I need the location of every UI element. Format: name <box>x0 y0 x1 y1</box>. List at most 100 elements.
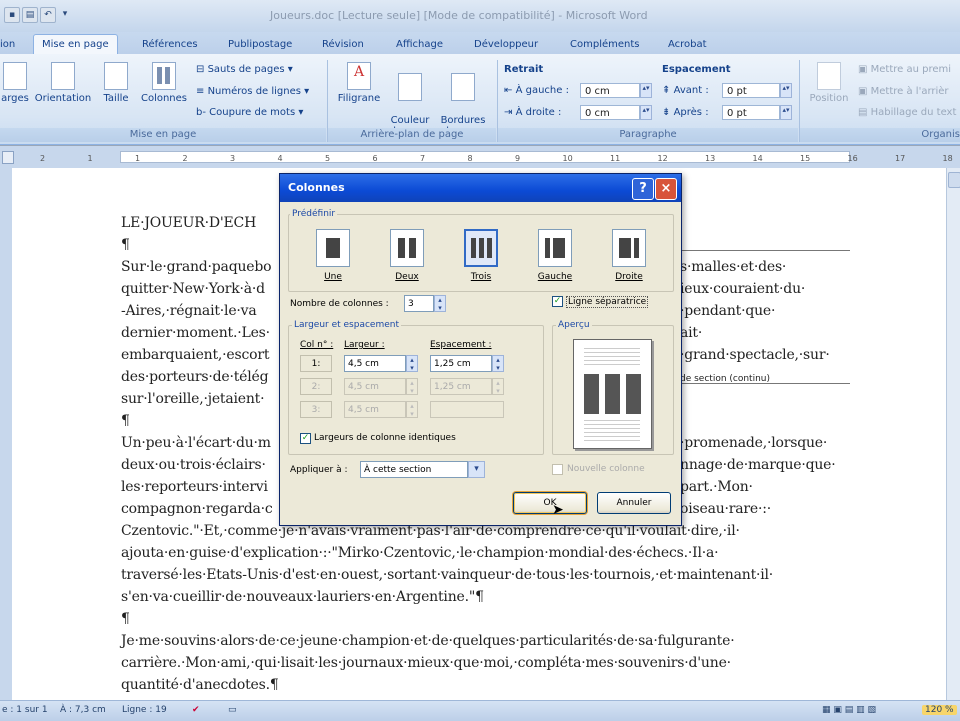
nombre-colonnes-label: Nombre de colonnes : <box>290 299 389 309</box>
nombre-colonnes-spinner[interactable]: ▴ ▾ <box>434 295 446 312</box>
tab-references[interactable]: Références <box>142 35 198 54</box>
apres-spinner[interactable]: ▴▾ <box>780 105 792 120</box>
ok-button[interactable]: OK <box>513 492 587 514</box>
orientation-button[interactable]: Orientation <box>32 62 94 104</box>
filigrane-button[interactable]: A Filigrane <box>334 62 384 104</box>
retrait-droite-label: ⇥ À droite : <box>504 107 562 118</box>
doc-fragment: ieux·couraient·du· <box>680 281 806 297</box>
tab-mise-en-page[interactable]: Mise en page <box>33 34 118 54</box>
tab-affichage[interactable]: Affichage <box>396 35 443 54</box>
ruler-tick: 17 <box>895 154 906 163</box>
retrait-label: Retrait <box>504 64 544 75</box>
qat-dropdown-icon[interactable]: ▾ <box>58 7 72 21</box>
ruler-tick: 16 <box>847 154 858 163</box>
tab-revision[interactable]: Révision <box>322 35 364 54</box>
status-bar: e : 1 sur 1 À : 7,3 cm Ligne : 19 ✔ ▭ ▦ … <box>0 700 960 721</box>
send-backward-icon: ▣ <box>858 86 868 97</box>
avant-spinner[interactable]: ▴▾ <box>780 83 792 98</box>
numeros-de-lignes-button[interactable]: ≡ Numéros de lignes ▾ <box>196 86 309 97</box>
print-icon[interactable]: ▤ <box>22 7 38 23</box>
mettre-a-l-arriere-plan-button[interactable]: ▣ Mettre à l'arrièr <box>858 86 949 97</box>
marges-button[interactable]: arges <box>0 62 30 104</box>
macro-record-icon[interactable]: ▭ <box>228 705 237 715</box>
help-icon[interactable]: ? <box>632 178 654 200</box>
status-line[interactable]: Ligne : 19 <box>122 705 167 715</box>
largeur-col-1-spinner[interactable]: ▴ ▾ <box>406 355 418 372</box>
tab-selector-icon[interactable] <box>2 151 14 164</box>
nombre-colonnes-input[interactable]: 3 <box>404 295 434 312</box>
tab-acrobat[interactable]: Acrobat <box>668 35 707 54</box>
sauts-de-pages-button[interactable]: ⊟ Sauts de pages ▾ <box>196 64 293 75</box>
watermark-icon: A <box>347 62 371 90</box>
col-num-1[interactable]: 1: <box>300 355 332 372</box>
text-wrap-icon: ▤ <box>858 107 868 118</box>
ruler-tick: 5 <box>325 154 331 163</box>
largeur-col-3-input: 4,5 cm <box>344 401 406 418</box>
undo-icon[interactable]: ↶ <box>40 7 56 23</box>
retrait-gauche-spinner[interactable]: ▴▾ <box>640 83 652 98</box>
tab-publipostage[interactable]: Publipostage <box>228 35 292 54</box>
doc-line: ¶ <box>121 611 130 627</box>
retrait-gauche-input[interactable]: 0 cm <box>580 83 640 98</box>
preset-une[interactable] <box>316 229 350 267</box>
ruler-tick: 18 <box>942 154 953 163</box>
vertical-ruler[interactable] <box>0 168 12 700</box>
doc-line: dernier·moment.·Les· <box>121 325 270 341</box>
col-num-2: 2: <box>300 378 332 395</box>
taille-button[interactable]: Taille <box>98 62 134 104</box>
colonnes-button[interactable]: Colonnes <box>138 62 190 104</box>
position-button[interactable]: Position <box>804 62 854 104</box>
status-position[interactable]: À : 7,3 cm <box>60 705 106 715</box>
ruler-tick: 8 <box>467 154 473 163</box>
page-size-icon <box>104 62 128 90</box>
dialog-title-bar: Colonnes ? × <box>280 174 681 202</box>
group-label-mise-en-page: Mise en page <box>0 128 326 142</box>
preset-droite[interactable] <box>612 229 646 267</box>
espacement-col-1-spinner[interactable]: ▴ ▾ <box>492 355 504 372</box>
close-icon[interactable]: × <box>655 178 677 200</box>
nouvelle-colonne-label: Nouvelle colonne <box>567 464 645 474</box>
ruler-tick: 6 <box>372 154 378 163</box>
avant-input[interactable]: 0 pt <box>722 83 780 98</box>
hyphenation-icon: b‐ <box>196 107 206 118</box>
annuler-button[interactable]: Annuler <box>597 492 671 514</box>
tab-developpeur[interactable]: Développeur <box>474 35 538 54</box>
ruler-tick: 3 <box>230 154 236 163</box>
preset-deux[interactable] <box>390 229 424 267</box>
doc-line: les·reporteurs·intervi <box>121 479 268 495</box>
tab-complements[interactable]: Compléments <box>570 35 639 54</box>
apres-input[interactable]: 0 pt <box>722 105 780 120</box>
doc-line: compagnon·regarda·c <box>121 501 273 517</box>
mettre-au-premier-plan-button[interactable]: ▣ Mettre au premi <box>858 64 951 75</box>
retrait-droite-spinner[interactable]: ▴▾ <box>640 105 652 120</box>
scrollbar-thumb[interactable] <box>948 172 960 188</box>
orientation-icon <box>51 62 75 90</box>
spellcheck-icon[interactable]: ✔ <box>192 705 200 715</box>
espacement-header: Espacement : <box>430 340 492 350</box>
ruler-tick: 1 <box>135 154 141 163</box>
retrait-droite-input[interactable]: 0 cm <box>580 105 640 120</box>
ruler-tick: 9 <box>515 154 521 163</box>
status-page[interactable]: e : 1 sur 1 <box>2 705 48 715</box>
preset-trois-label: Trois <box>470 272 492 282</box>
ligne-separatrice-checkbox[interactable]: ✓ <box>552 296 563 307</box>
view-buttons-icon[interactable]: ▦ ▣ ▤ ▥ ▧ <box>822 705 876 715</box>
largeur-col-3-spinner: ▴ ▾ <box>406 401 418 418</box>
vertical-scrollbar[interactable] <box>946 168 960 700</box>
preset-trois[interactable] <box>464 229 498 267</box>
apres-label: ⇟ Après : <box>662 107 709 118</box>
appliquer-select[interactable]: À cette section <box>360 461 468 478</box>
retrait-gauche-label: ⇤ À gauche : <box>504 85 569 96</box>
preset-gauche[interactable] <box>538 229 572 267</box>
largeurs-identiques-checkbox[interactable]: ✓ <box>300 433 311 444</box>
save-icon[interactable]: ▪ <box>4 7 20 23</box>
ruler-tick: 7 <box>420 154 426 163</box>
tab-insertion[interactable]: ion <box>0 35 15 54</box>
habillage-du-texte-button[interactable]: ▤ Habillage du text <box>858 107 956 118</box>
espacement-col-1-input[interactable]: 1,25 cm <box>430 355 492 372</box>
zoom-level[interactable]: 120 % <box>922 705 957 715</box>
coupure-de-mots-button[interactable]: b‐ Coupure de mots ▾ <box>196 107 303 118</box>
appliquer-dropdown-icon[interactable]: ▾ <box>468 461 485 478</box>
ruler-tick: 1 <box>87 154 93 163</box>
largeur-col-1-input[interactable]: 4,5 cm <box>344 355 406 372</box>
